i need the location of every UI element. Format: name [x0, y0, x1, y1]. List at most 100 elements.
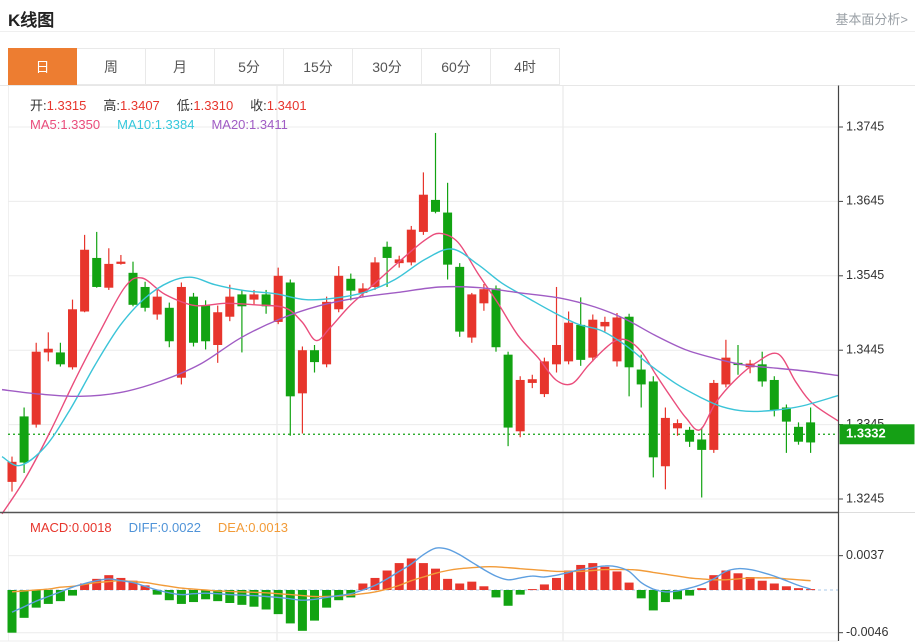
- candle-body: [528, 379, 537, 383]
- candle-body: [794, 427, 803, 442]
- macd-bar: [625, 583, 634, 590]
- macd-readout: MACD:0.0018 DIFF:0.0022 DEA:0.0013: [30, 520, 305, 535]
- candle-body: [552, 345, 561, 364]
- candle-body: [564, 323, 573, 362]
- candle-body: [504, 355, 513, 428]
- readout-item: 低:1.3310: [177, 98, 233, 113]
- macd-bar: [697, 588, 706, 590]
- macd-bar: [540, 584, 549, 590]
- readout-item: MACD:0.0018: [30, 520, 112, 535]
- readout-item: 收:1.3401: [250, 98, 306, 113]
- macd-bar: [20, 590, 29, 618]
- macd-bar: [68, 590, 77, 596]
- macd-bar: [32, 590, 41, 608]
- candle-body: [322, 302, 331, 364]
- candle-body: [334, 276, 343, 309]
- macd-bar: [770, 584, 779, 590]
- candle-body: [213, 312, 222, 345]
- candle-body: [92, 258, 101, 287]
- price-axis-label: 1.3445: [846, 342, 884, 356]
- candle-body: [467, 294, 476, 337]
- candle-body: [455, 267, 464, 332]
- candle-body: [443, 213, 452, 265]
- candle-body: [383, 247, 392, 258]
- candle-body: [189, 297, 198, 343]
- ma-readout: MA5:1.3350 MA10:1.3384 MA20:1.3411: [30, 117, 305, 132]
- readout-item: 开:1.3315: [30, 98, 86, 113]
- macd-bar: [443, 579, 452, 590]
- macd-bar: [734, 573, 743, 590]
- price-axis-label: 1.3245: [846, 491, 884, 505]
- candle-body: [588, 320, 597, 358]
- candle-body: [709, 383, 718, 450]
- macd-axis-label: -0.0046: [846, 625, 888, 639]
- candle-body: [274, 276, 283, 322]
- macd-bar: [637, 590, 646, 598]
- plot-area[interactable]: [0, 86, 915, 642]
- macd-axis-label: 0.0037: [846, 548, 884, 562]
- candle-body: [250, 294, 259, 299]
- candle-body: [685, 430, 694, 442]
- readout-item: 高:1.3407: [103, 98, 159, 113]
- candle-body: [625, 317, 634, 368]
- macd-bar: [104, 575, 113, 590]
- macd-bar: [189, 590, 198, 602]
- macd-bar: [613, 571, 622, 590]
- candle-body: [697, 439, 706, 449]
- candle-body: [637, 370, 646, 385]
- readout-item: MA20:1.3411: [211, 117, 287, 132]
- candle-body: [201, 306, 210, 342]
- candle-body: [576, 325, 585, 360]
- price-axis-label: 1.3545: [846, 268, 884, 282]
- macd-bar: [516, 590, 525, 595]
- candle-body: [286, 282, 295, 396]
- price-axis-label: 1.3645: [846, 194, 884, 208]
- macd-bar: [685, 590, 694, 596]
- macd-bar: [649, 590, 658, 610]
- candle-body: [44, 349, 53, 353]
- candle-body: [661, 418, 670, 466]
- candle-body: [492, 288, 501, 347]
- macd-bar: [552, 578, 561, 590]
- last-price-badge-label: 1.3332: [846, 426, 886, 441]
- candle-body: [56, 352, 65, 364]
- candle-body: [419, 195, 428, 232]
- macd-bar: [794, 588, 803, 590]
- candle-body: [673, 423, 682, 428]
- readout-item: MA10:1.3384: [117, 117, 194, 132]
- macd-bar: [322, 590, 331, 608]
- candle-body: [407, 230, 416, 263]
- macd-bar: [455, 584, 464, 590]
- macd-bar: [492, 590, 501, 597]
- candle-body: [431, 200, 440, 212]
- macd-bar: [746, 577, 755, 590]
- kline-widget: K线图 基本面分析> 日周月5分15分30分60分4时 1.37451.3645…: [0, 0, 915, 644]
- macd-bar: [201, 590, 210, 599]
- candle-body: [104, 264, 113, 288]
- candle-body: [649, 381, 658, 457]
- candle-body: [80, 250, 89, 312]
- macd-bar: [467, 582, 476, 590]
- candle-body: [298, 350, 307, 393]
- macd-bar: [528, 589, 537, 590]
- candle-body: [479, 289, 488, 303]
- candle-body: [346, 279, 355, 291]
- candle-body: [165, 308, 174, 341]
- candle-body: [116, 262, 125, 264]
- macd-bar: [177, 590, 186, 604]
- candle-body: [806, 422, 815, 442]
- macd-bar: [504, 590, 513, 606]
- macd-bar: [758, 581, 767, 590]
- readout-item: DIFF:0.0022: [129, 520, 201, 535]
- price-axis-label: 1.3745: [846, 119, 884, 133]
- candle-body: [20, 416, 29, 462]
- macd-bar: [782, 586, 791, 590]
- candle-body: [770, 380, 779, 411]
- candle-body: [68, 309, 77, 367]
- macd-bar: [806, 589, 815, 590]
- candle-body: [153, 297, 162, 315]
- candle-body: [310, 350, 319, 362]
- macd-bar: [479, 586, 488, 590]
- readout-item: DEA:0.0013: [218, 520, 288, 535]
- readout-item: MA5:1.3350: [30, 117, 100, 132]
